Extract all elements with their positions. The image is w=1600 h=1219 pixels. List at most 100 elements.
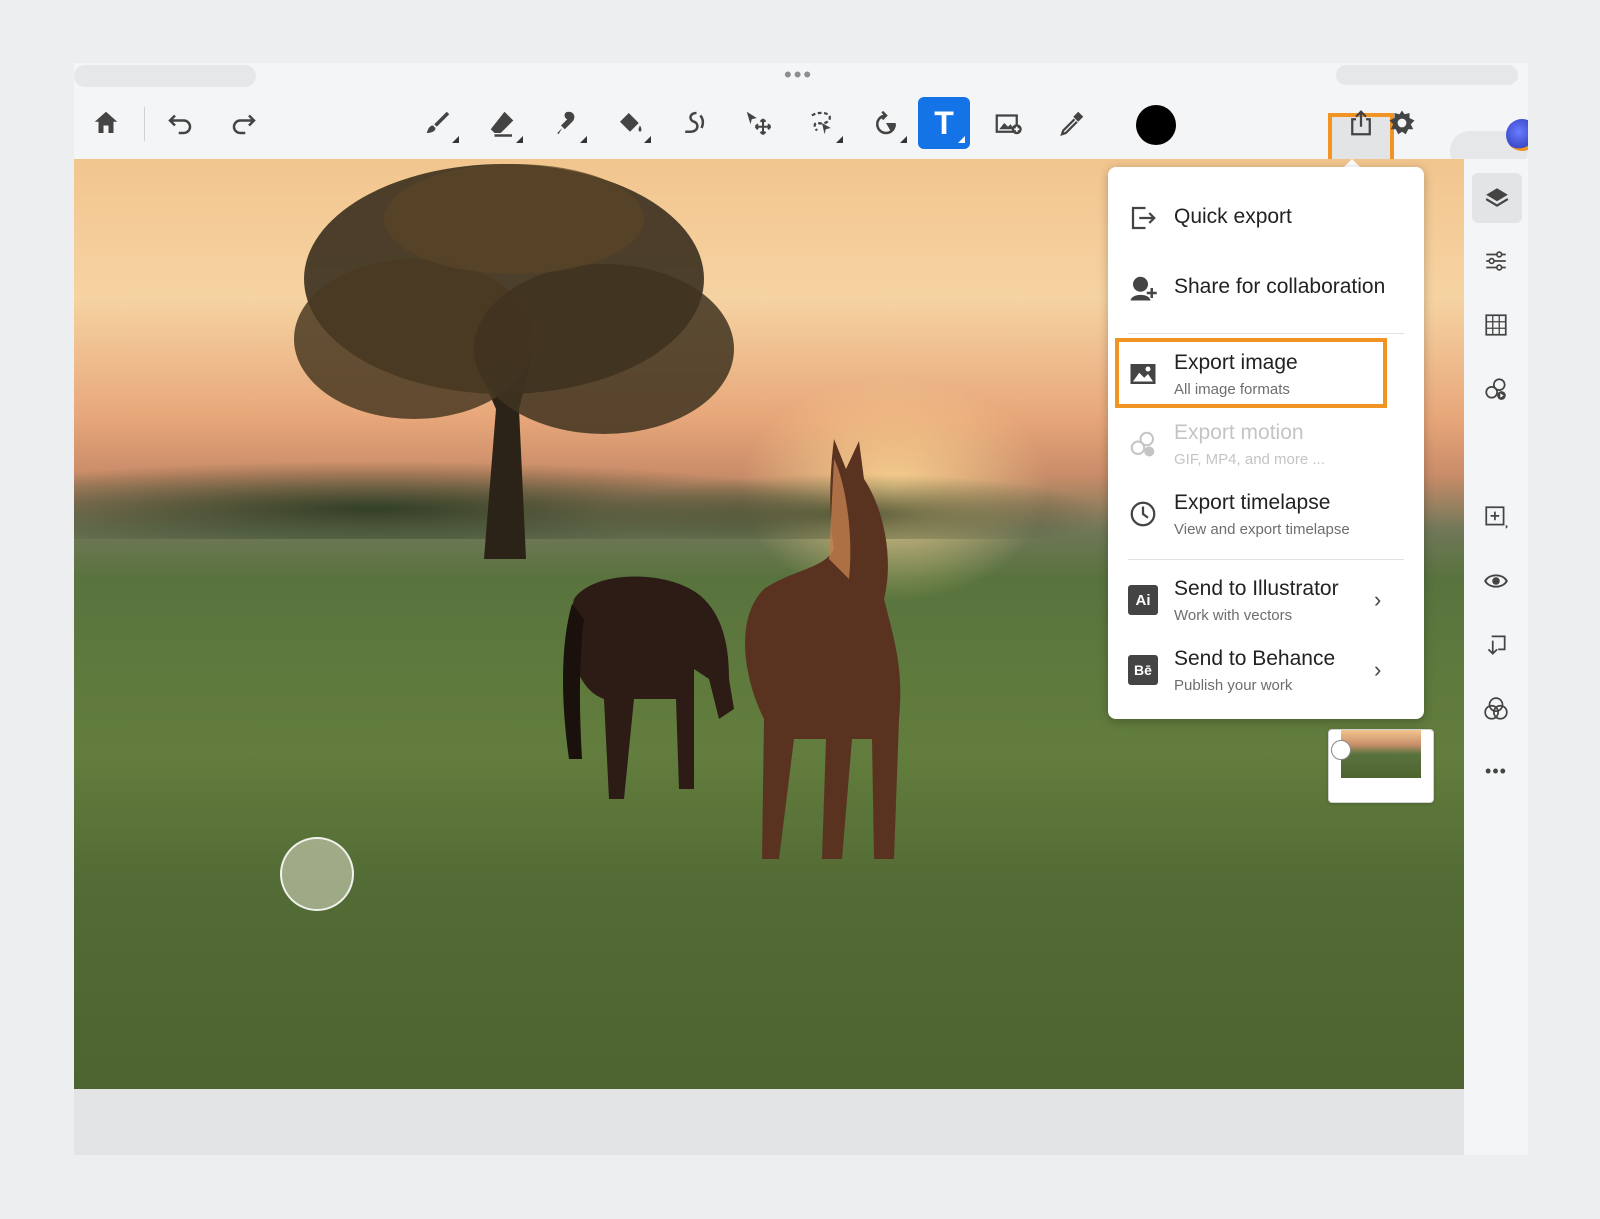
home-button[interactable]	[80, 97, 132, 149]
more-icon: •••	[1485, 760, 1507, 781]
menu-item-title: Send to Behance	[1174, 647, 1336, 670]
redo-button[interactable]	[218, 97, 270, 149]
merge-down-icon	[1487, 635, 1506, 655]
add-layer-icon	[1485, 506, 1508, 529]
app-window: ••• T ••• Quick export Share for collabo…	[74, 63, 1528, 1155]
menu-item-subtitle: Publish your work	[1174, 677, 1293, 694]
bottom-bar	[74, 1089, 1464, 1155]
menu-item-subtitle: View and export timelapse	[1174, 521, 1350, 538]
right-panel: •••	[1464, 159, 1528, 1155]
status-pill-left	[74, 65, 256, 87]
healing-tool[interactable]	[668, 97, 720, 149]
gear-icon	[1389, 110, 1415, 135]
brush-tool-more	[452, 136, 459, 143]
blend-icon	[1484, 697, 1508, 720]
menu-item-title: Export timelapse	[1174, 491, 1331, 514]
smudge-tool-more	[580, 136, 587, 143]
motion-button[interactable]	[1478, 371, 1514, 407]
chevron-right-icon: ›	[1374, 587, 1382, 612]
menu-item-subtitle: Work with vectors	[1174, 607, 1293, 624]
merge-down-button[interactable]	[1478, 627, 1514, 663]
top-toolbar: T	[74, 91, 1528, 179]
illustrator-icon: Ai	[1128, 585, 1158, 615]
transform-tool-more	[900, 136, 907, 143]
move-tool[interactable]	[732, 97, 784, 149]
visibility-icon	[1484, 574, 1508, 588]
lasso-select-tool[interactable]	[796, 97, 848, 149]
menu-item-share-for-collaboration[interactable]: Share for collaboration	[1108, 255, 1424, 321]
menu-item-export-timelapse[interactable]: Export timelapse View and export timelap…	[1108, 481, 1424, 549]
more-button[interactable]: •••	[1478, 753, 1514, 789]
paint-bucket-icon	[620, 113, 642, 132]
motion-icon	[1485, 378, 1506, 400]
home-icon	[94, 111, 118, 133]
eyedropper-tool[interactable]	[1046, 97, 1098, 149]
canvas-horse-standing	[745, 439, 901, 859]
eraser-tool[interactable]	[476, 97, 528, 149]
motion-icon	[1128, 429, 1158, 459]
healing-icon	[685, 111, 705, 133]
brush-icon	[426, 111, 450, 133]
settings-button[interactable]	[1376, 97, 1428, 149]
layer-thumbnail-image	[1341, 730, 1421, 778]
menu-item-title: Share for collaboration	[1174, 275, 1386, 298]
blend-button[interactable]	[1478, 691, 1514, 727]
paint-bucket-tool[interactable]	[604, 97, 656, 149]
eraser-icon	[490, 111, 514, 137]
lasso-select-icon	[811, 111, 831, 135]
toolbar-divider	[144, 107, 145, 141]
brush-cursor-lens	[280, 837, 354, 911]
undo-button[interactable]	[154, 97, 206, 149]
export-image-highlight	[1115, 338, 1387, 408]
text-icon: T	[934, 104, 954, 141]
transform-tool[interactable]	[860, 97, 912, 149]
add-layer-button[interactable]	[1478, 499, 1514, 535]
menu-separator	[1128, 559, 1404, 560]
menu-item-subtitle: GIF, MP4, and more ...	[1174, 451, 1325, 468]
menu-item-title: Send to Illustrator	[1174, 577, 1339, 600]
image-layer-icon	[1331, 740, 1351, 760]
menu-item-export-motion: Export motion GIF, MP4, and more ...	[1108, 411, 1424, 479]
canvas-horse-grazing	[563, 576, 734, 799]
layers-icon	[1485, 188, 1509, 207]
place-image-icon	[995, 114, 1022, 135]
undo-icon	[168, 114, 192, 135]
text-tool-more	[958, 136, 965, 143]
multitask-dots[interactable]: •••	[784, 64, 813, 86]
menu-item-quick-export[interactable]: Quick export	[1108, 185, 1424, 251]
status-bar: •••	[74, 63, 1528, 91]
quick-export-icon	[1128, 203, 1158, 233]
lasso-select-tool-more	[836, 136, 843, 143]
paint-bucket-tool-more	[644, 136, 651, 143]
grid-icon	[1485, 314, 1507, 336]
place-image-tool[interactable]	[982, 97, 1034, 149]
smudge-tool[interactable]	[540, 97, 592, 149]
menu-item-send-to-behance[interactable]: Bē Send to Behance Publish your work ›	[1108, 637, 1424, 705]
brush-tool[interactable]	[412, 97, 464, 149]
menu-item-send-to-illustrator[interactable]: Ai Send to Illustrator Work with vectors…	[1108, 567, 1424, 635]
eyedropper-icon	[1060, 111, 1084, 137]
color-picker-swatch[interactable]	[1136, 105, 1176, 145]
layer-thumbnail[interactable]	[1328, 729, 1434, 803]
canvas-tree	[294, 164, 734, 559]
behance-icon: Bē	[1128, 655, 1158, 685]
eraser-tool-more	[516, 136, 523, 143]
grid-button[interactable]	[1478, 307, 1514, 343]
layers-button[interactable]	[1472, 173, 1522, 223]
text-tool[interactable]: T	[918, 97, 970, 149]
clock-icon	[1128, 499, 1158, 529]
menu-item-title: Quick export	[1174, 205, 1292, 228]
status-pill-right	[1336, 65, 1518, 85]
visibility-button[interactable]	[1478, 563, 1514, 599]
redo-icon	[232, 114, 256, 135]
menu-item-title: Export motion	[1174, 421, 1304, 444]
chevron-right-icon: ›	[1374, 657, 1382, 682]
share-icon	[1351, 110, 1371, 136]
export-menu: Quick export Share for collaboration Exp…	[1108, 167, 1424, 719]
adjustments-button[interactable]	[1478, 243, 1514, 279]
move-icon	[746, 111, 772, 135]
smudge-icon	[557, 111, 575, 135]
transform-icon	[876, 110, 896, 135]
adjustments-icon	[1486, 251, 1506, 271]
invite-icon	[1128, 273, 1158, 303]
